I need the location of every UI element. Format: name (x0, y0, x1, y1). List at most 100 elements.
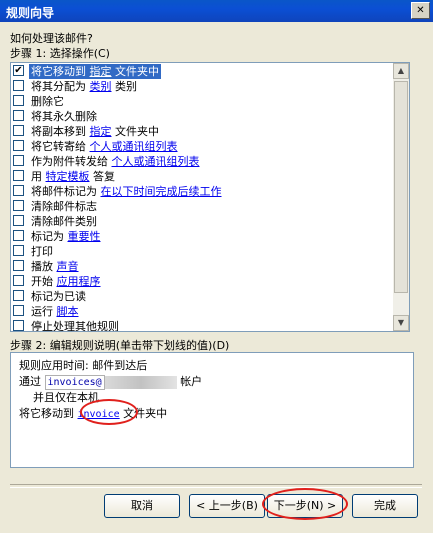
scroll-down-icon: ▼ (397, 318, 405, 327)
action-text: 将它移动到 (31, 65, 86, 78)
action-checkbox[interactable]: ✔ (13, 65, 24, 76)
action-checkbox[interactable] (13, 320, 24, 331)
action-item[interactable]: 将副本移到 指定 文件夹中 (12, 124, 392, 139)
action-text: 将其永久删除 (31, 110, 97, 123)
action-text: 打印 (31, 245, 53, 258)
action-link[interactable]: 指定 (90, 125, 112, 138)
action-checkbox[interactable] (13, 260, 24, 271)
step2-label: 步骤 2: 编辑规则说明(单击带下划线的值)(D) (10, 339, 230, 352)
step1-label: 步骤 1: 选择操作(C) (10, 47, 110, 60)
action-text-after: 类别 (115, 80, 137, 93)
action-item[interactable]: ✔ 将它移动到 指定 文件夹中 (12, 64, 392, 79)
action-checkbox[interactable] (13, 125, 24, 136)
close-button[interactable]: ✕ (411, 2, 430, 19)
action-item[interactable]: 播放 声音 (12, 259, 392, 274)
action-label: 将它移动到 指定 文件夹中 (29, 64, 161, 79)
action-checkbox[interactable] (13, 290, 24, 301)
action-text: 删除它 (31, 95, 64, 108)
action-item[interactable]: 用 特定模板 答复 (12, 169, 392, 184)
scroll-up-button[interactable]: ▲ (393, 63, 409, 79)
action-link[interactable]: 特定模板 (46, 170, 90, 183)
action-checkbox[interactable] (13, 215, 24, 226)
action-checkbox[interactable] (13, 185, 24, 196)
action-checkbox[interactable] (13, 80, 24, 91)
action-text: 清除邮件类别 (31, 215, 97, 228)
action-item[interactable]: 将邮件标记为 在以下时间完成后续工作 (12, 184, 392, 199)
action-checkbox[interactable] (13, 110, 24, 121)
back-button[interactable]: < 上一步(B) (189, 494, 265, 518)
action-item[interactable]: 清除邮件类别 (12, 214, 392, 229)
action-text-after: 文件夹中 (115, 125, 159, 138)
desc-account-suffix: 帐户 (180, 375, 203, 388)
action-link[interactable]: 个人或通讯组列表 (112, 155, 200, 168)
action-checkbox[interactable] (13, 275, 24, 286)
action-text: 将它转寄给 (31, 140, 86, 153)
action-text: 作为附件转发给 (31, 155, 108, 168)
action-label: 停止处理其他规则 (29, 319, 121, 332)
action-checkbox[interactable] (13, 305, 24, 316)
action-link[interactable]: 在以下时间完成后续工作 (101, 185, 222, 198)
scroll-down-button[interactable]: ▼ (393, 315, 409, 331)
action-label: 开始 应用程序 (29, 274, 103, 289)
annotation-circle-next (262, 488, 348, 520)
action-label: 打印 (29, 244, 55, 259)
action-item[interactable]: 将其永久删除 (12, 109, 392, 124)
action-item[interactable]: 将其分配为 类别 类别 (12, 79, 392, 94)
action-item[interactable]: 运行 脚本 (12, 304, 392, 319)
redacted-area (104, 375, 177, 389)
scroll-thumb[interactable] (394, 81, 408, 293)
action-checkbox[interactable] (13, 170, 24, 181)
close-icon: ✕ (416, 5, 425, 16)
account-link[interactable]: invoices@ (44, 374, 105, 390)
action-text: 标记为 (31, 230, 64, 243)
action-checkbox[interactable] (13, 140, 24, 151)
action-text: 停止处理其他规则 (31, 320, 119, 332)
action-item[interactable]: 打印 (12, 244, 392, 259)
action-label: 播放 声音 (29, 259, 81, 274)
action-label: 作为附件转发给 个人或通讯组列表 (29, 154, 202, 169)
action-item[interactable]: 标记为已读 (12, 289, 392, 304)
action-checkbox[interactable] (13, 95, 24, 106)
title-bar: 规则向导 ✕ (0, 0, 433, 22)
action-label: 删除它 (29, 94, 66, 109)
action-text: 将其分配为 (31, 80, 86, 93)
action-checkbox[interactable] (13, 200, 24, 211)
desc-line-account: 通过 invoices@ 帐户 (19, 373, 202, 390)
action-label: 标记为 重要性 (29, 229, 103, 244)
action-checkbox[interactable] (13, 155, 24, 166)
checkmark-icon: ✔ (14, 65, 23, 76)
action-item[interactable]: 将它转寄给 个人或通讯组列表 (12, 139, 392, 154)
cancel-button[interactable]: 取消 (104, 494, 180, 518)
action-label: 将邮件标记为 在以下时间完成后续工作 (29, 184, 224, 199)
action-text: 开始 (31, 275, 53, 288)
action-link[interactable]: 声音 (57, 260, 79, 273)
action-link[interactable]: 指定 (90, 65, 112, 78)
action-item[interactable]: 标记为 重要性 (12, 229, 392, 244)
action-link[interactable]: 重要性 (68, 230, 101, 243)
action-label: 用 特定模板 答复 (29, 169, 117, 184)
action-link[interactable]: 个人或通讯组列表 (90, 140, 178, 153)
actions-scrollbar[interactable]: ▲ ▼ (393, 63, 409, 331)
action-link[interactable]: 脚本 (57, 305, 79, 318)
finish-button[interactable]: 完成 (352, 494, 418, 518)
action-text: 用 (31, 170, 42, 183)
rule-description-box: 规则应用时间: 邮件到达后 通过 invoices@ 帐户 并且仅在本机 将它移… (10, 352, 414, 468)
action-item[interactable]: 作为附件转发给 个人或通讯组列表 (12, 154, 392, 169)
action-item[interactable]: 清除邮件标志 (12, 199, 392, 214)
action-label: 将其分配为 类别 类别 (29, 79, 139, 94)
window-title: 规则向导 (6, 6, 55, 20)
action-text-after: 文件夹中 (115, 65, 159, 78)
scroll-up-icon: ▲ (397, 66, 405, 75)
action-checkbox[interactable] (13, 230, 24, 241)
action-link[interactable]: 应用程序 (57, 275, 101, 288)
action-item[interactable]: 删除它 (12, 94, 392, 109)
action-item[interactable]: 开始 应用程序 (12, 274, 392, 289)
action-text: 标记为已读 (31, 290, 86, 303)
action-link[interactable]: 类别 (90, 80, 112, 93)
action-label: 将其永久删除 (29, 109, 99, 124)
action-label: 将它转寄给 个人或通讯组列表 (29, 139, 180, 154)
action-text-after: 答复 (93, 170, 115, 183)
actions-list[interactable]: ✔ 将它移动到 指定 文件夹中 将其分配为 类别 类别 删除它 将其永久删除 将副本移到 … (10, 62, 410, 332)
action-item[interactable]: 停止处理其他规则 (12, 319, 392, 332)
action-checkbox[interactable] (13, 245, 24, 256)
